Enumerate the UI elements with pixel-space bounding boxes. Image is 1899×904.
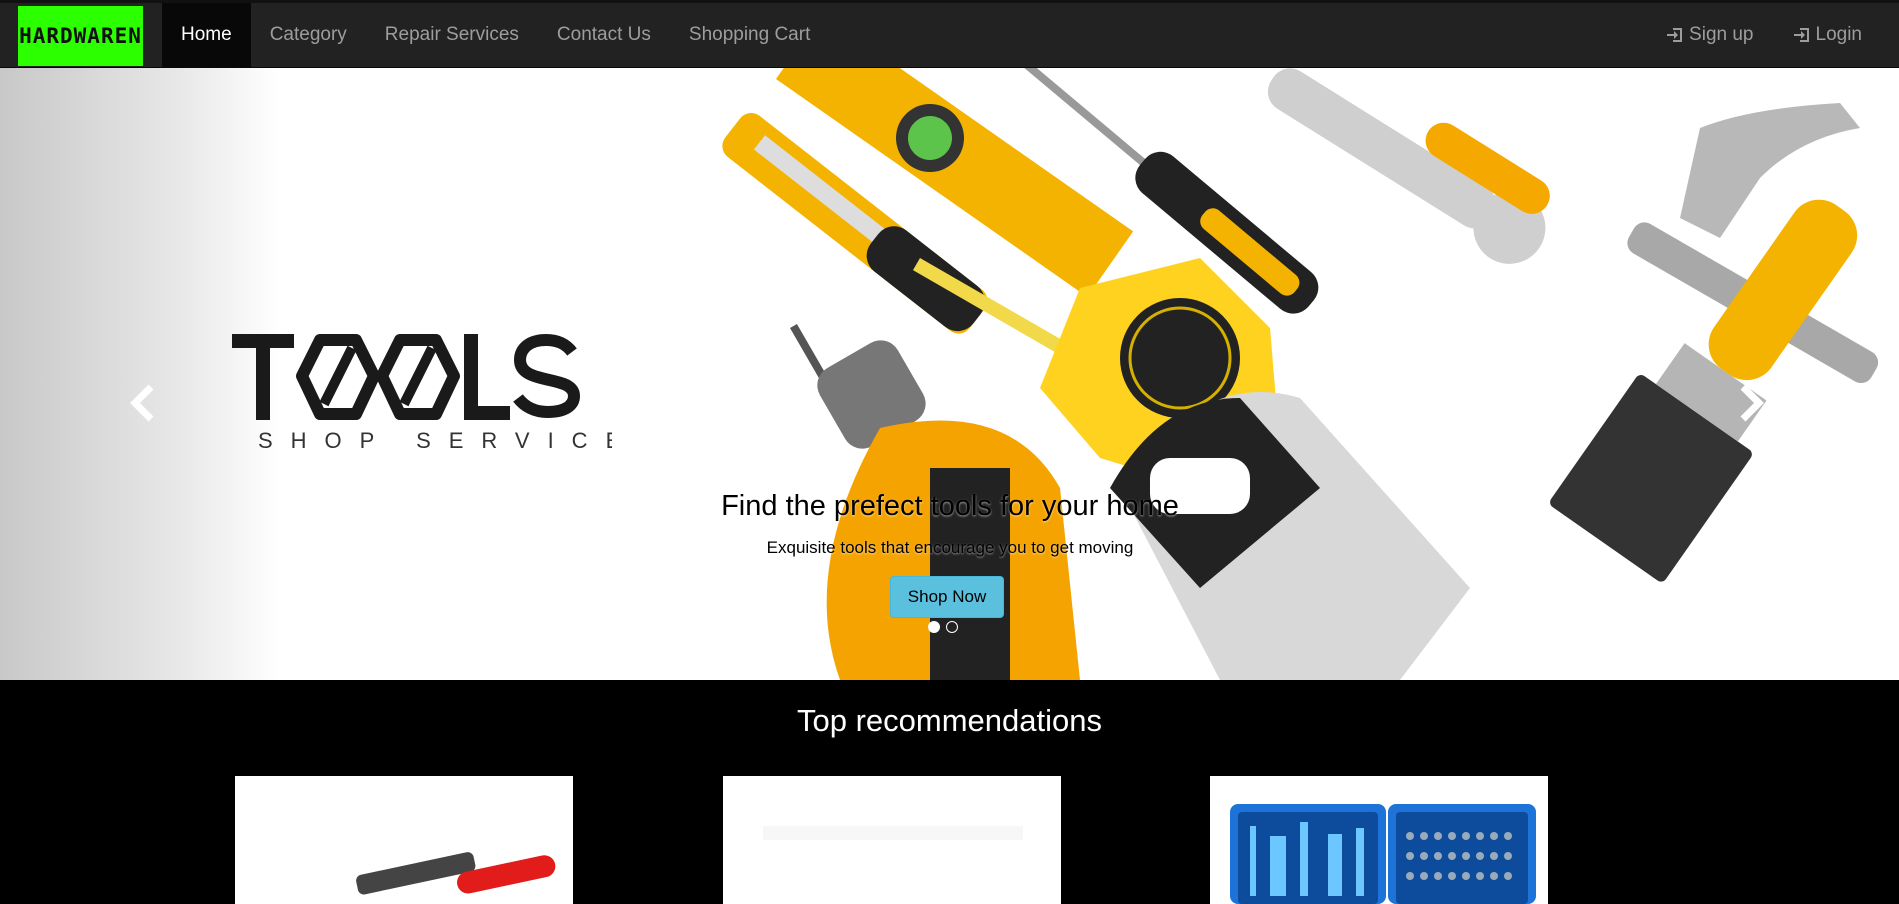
carousel-next-button[interactable] [1731, 358, 1771, 448]
login-label: Login [1815, 24, 1863, 45]
shop-now-button[interactable]: Shop Now [890, 576, 1004, 618]
log-in-icon [1793, 28, 1809, 42]
carousel-indicator-1[interactable] [928, 621, 940, 633]
brand-logo[interactable]: HARDWAREN [18, 6, 143, 66]
hero-carousel: SHOP SERVICE Find the prefect tools for … [0, 68, 1899, 680]
brand-logo-text: HARDWAREN [19, 24, 142, 48]
tools-logo-subtitle: SHOP SERVICE [258, 428, 612, 453]
carousel-indicator-2[interactable] [946, 621, 958, 633]
login-link[interactable]: Login [1773, 3, 1882, 67]
navbar: HARDWAREN Home Category Repair Services … [0, 0, 1899, 68]
signup-link[interactable]: Sign up [1646, 3, 1772, 67]
account-nav: Sign up Login [1646, 3, 1881, 67]
carousel-caption-title: Find the prefect tools for your home [721, 490, 1179, 522]
nav-category[interactable]: Category [251, 3, 366, 67]
chevron-left-icon [130, 384, 154, 422]
tools-shop-logo: SHOP SERVICE [232, 334, 612, 453]
recommendations-title: Top recommendations [797, 703, 1102, 738]
blank-product-image [763, 826, 1023, 840]
tools-collage-image [722, 68, 1879, 680]
nav-repair-services[interactable]: Repair Services [366, 3, 538, 67]
nav-shopping-cart[interactable]: Shopping Cart [670, 3, 829, 67]
signup-label: Sign up [1689, 24, 1754, 45]
product-card[interactable] [235, 776, 573, 904]
carousel-caption-subtitle: Exquisite tools that encourage you to ge… [766, 538, 1134, 557]
product-card[interactable] [723, 776, 1061, 904]
main-nav: Home Category Repair Services Contact Us… [162, 3, 829, 67]
product-card[interactable] [1210, 776, 1548, 904]
log-in-icon [1667, 28, 1683, 42]
carousel-prev-button[interactable] [123, 358, 163, 448]
nav-home[interactable]: Home [162, 3, 251, 67]
wrench-image [356, 852, 556, 895]
chevron-right-icon [1740, 384, 1764, 422]
screwdriver-set-image [1230, 804, 1536, 904]
nav-contact-us[interactable]: Contact Us [538, 3, 670, 67]
carousel-indicators [928, 621, 958, 633]
